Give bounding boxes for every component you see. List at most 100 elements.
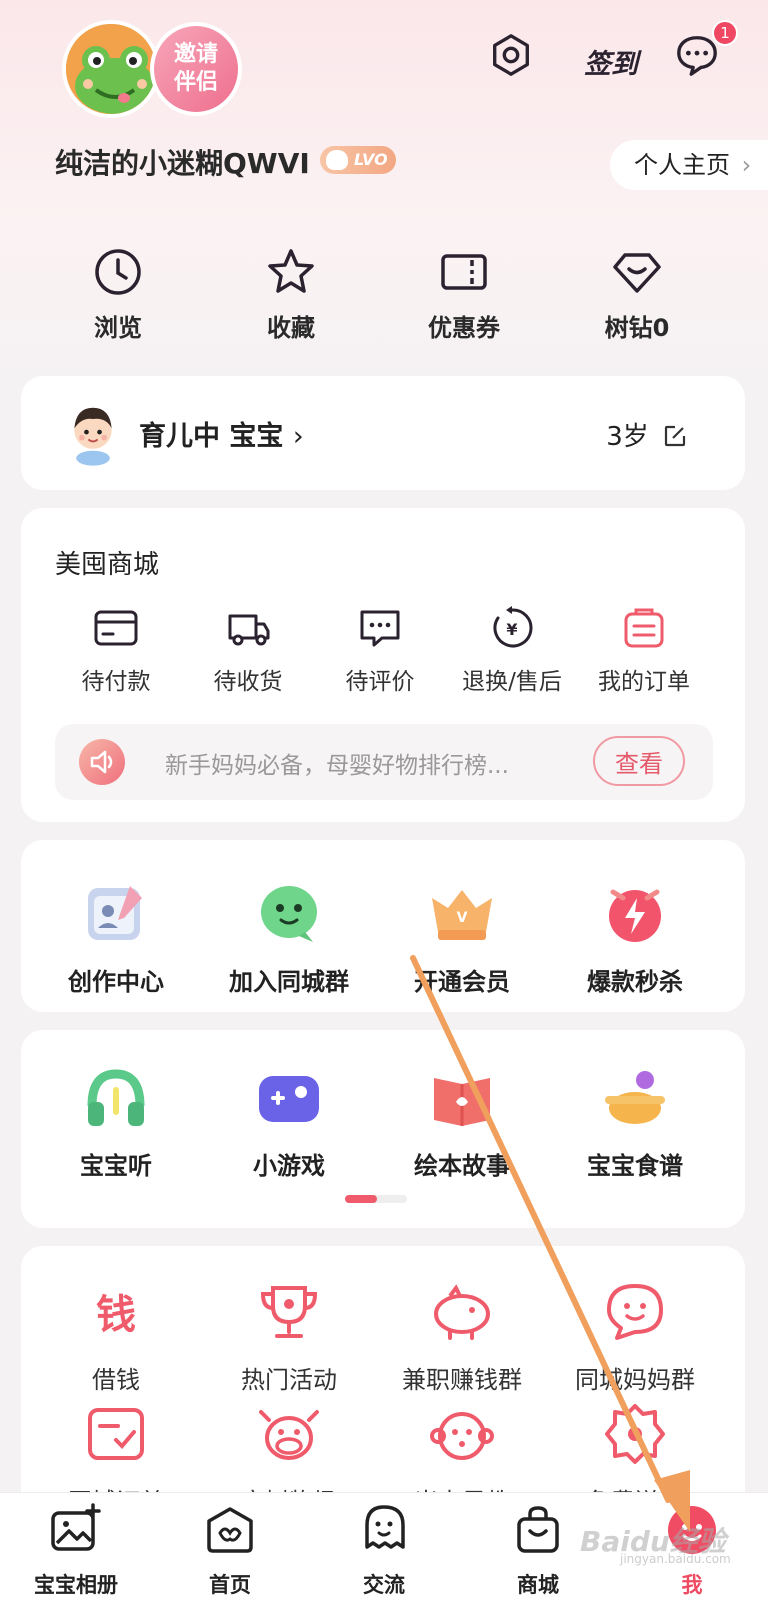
service-part-time-group-label: 兼职赚钱群 xyxy=(402,1366,522,1394)
level-label: LVO xyxy=(354,150,388,169)
my-orders[interactable]: 我的订单 xyxy=(579,604,709,696)
baby-age[interactable]: 3岁 xyxy=(606,416,687,453)
feature-baby-listen[interactable]: 宝宝听 xyxy=(31,1062,201,1181)
quick-browse[interactable]: 浏览 xyxy=(58,246,178,343)
feature-mini-games-label: 小游戏 xyxy=(253,1152,325,1180)
nav-baby-album[interactable]: 宝宝相册 xyxy=(16,1503,136,1599)
quick-favorites-label: 收藏 xyxy=(267,314,315,342)
chevron-right-icon: › xyxy=(292,421,304,452)
quick-browse-label: 浏览 xyxy=(94,314,142,342)
flash-clock-icon xyxy=(609,889,661,942)
level-icon xyxy=(326,150,348,170)
star-icon xyxy=(268,249,314,293)
gamepad-icon xyxy=(259,1076,319,1122)
service-hot-events[interactable]: 热门活动 xyxy=(204,1276,374,1395)
notice-view-button[interactable]: 查看 xyxy=(593,736,685,786)
feature-card-secondary: 宝宝听 小游戏 绘本故事 宝宝食谱 xyxy=(21,1030,745,1228)
nav-home[interactable]: 首页 xyxy=(170,1503,290,1599)
quick-coupons-label: 优惠券 xyxy=(428,314,500,342)
order-refund-label: 退换/售后 xyxy=(462,669,562,695)
page-indicator-active xyxy=(345,1195,377,1203)
speaker-icon xyxy=(79,739,125,785)
invite-partner-button[interactable]: 邀请 伴侣 xyxy=(150,22,242,116)
feature-join-city-group[interactable]: 加入同城群 xyxy=(204,878,374,997)
community-icon xyxy=(365,1505,405,1549)
album-icon xyxy=(51,1503,101,1551)
watermark-url: jingyan.baidu.com xyxy=(620,1552,731,1566)
feature-membership-label: 开通会员 xyxy=(414,968,510,996)
refund-icon: ¥ xyxy=(493,606,533,648)
user-avatar[interactable] xyxy=(62,20,160,118)
order-pending-receipt[interactable]: 待收货 xyxy=(183,604,313,696)
cow-icon xyxy=(259,1410,319,1460)
svg-text:钱: 钱 xyxy=(96,1292,136,1338)
quick-coupons[interactable]: 优惠券 xyxy=(404,246,524,343)
settings-button[interactable] xyxy=(486,30,536,80)
feature-mini-games[interactable]: 小游戏 xyxy=(204,1062,374,1181)
nav-me-label: 我 xyxy=(681,1573,703,1597)
feature-baby-recipes[interactable]: 宝宝食谱 xyxy=(550,1062,720,1181)
feature-creation-center-label: 创作中心 xyxy=(68,968,164,996)
service-part-time-group[interactable]: 兼职赚钱群 xyxy=(377,1276,547,1395)
feature-picture-books[interactable]: 绘本故事 xyxy=(377,1062,547,1181)
money-icon: 钱 xyxy=(96,1292,136,1338)
level-badge[interactable]: LVO xyxy=(320,146,396,174)
feature-join-city-group-label: 加入同城群 xyxy=(229,968,349,996)
page-indicator xyxy=(345,1195,407,1203)
settings-icon xyxy=(493,34,529,76)
service-borrow-money[interactable]: 钱 借钱 xyxy=(31,1276,201,1395)
mall-card: 美囤商城 待付款 待收货 待评价 ¥ 退换/售后 我的订单 新手妈妈必备，母婴好… xyxy=(21,508,745,822)
svg-text:¥: ¥ xyxy=(506,620,517,639)
order-pending-review[interactable]: 待评价 xyxy=(315,604,445,696)
signin-button[interactable]: 签到 xyxy=(584,42,638,81)
feature-membership[interactable]: V 开通会员 xyxy=(377,878,547,997)
notice-text: 新手妈妈必备，母婴好物排行榜... xyxy=(165,753,509,779)
feature-flash-sale[interactable]: 爆款秒杀 xyxy=(550,878,720,997)
feature-card-primary: 创作中心 加入同城群 V 开通会员 爆款秒杀 xyxy=(21,840,745,1012)
notice-bar[interactable]: 新手妈妈必备，母婴好物排行榜... 查看 xyxy=(55,724,713,800)
nav-community-label: 交流 xyxy=(363,1573,405,1597)
baby-status[interactable]: 育儿中 宝宝 › xyxy=(139,414,304,453)
shopping-bag-icon xyxy=(517,1506,559,1553)
baby-avatar-icon xyxy=(74,407,112,466)
username: 纯洁的小迷糊QWVI xyxy=(55,147,310,180)
homepage-label: 个人主页 xyxy=(634,151,730,179)
headphones-icon xyxy=(87,1069,145,1126)
service-local-moms-group[interactable]: 同城妈妈群 xyxy=(550,1276,720,1395)
feature-baby-recipes-label: 宝宝食谱 xyxy=(587,1152,683,1180)
quick-diamonds-label: 树钻0 xyxy=(604,314,670,342)
mall-title: 美囤商城 xyxy=(55,550,160,580)
feature-flash-sale-label: 爆款秒杀 xyxy=(587,968,683,996)
edit-icon xyxy=(664,425,686,447)
frog-avatar-icon xyxy=(66,24,156,114)
feature-picture-books-label: 绘本故事 xyxy=(414,1152,510,1180)
truck-icon xyxy=(228,614,270,646)
nav-baby-album-label: 宝宝相册 xyxy=(34,1573,118,1597)
nav-community[interactable]: 交流 xyxy=(324,1503,444,1599)
profile-page: 邀请 伴侣 签到 1 纯洁的小迷糊QWVI LVO 个人主页 › 浏览 收藏 优… xyxy=(0,0,768,1600)
baby-status-label: 育儿中 宝宝 xyxy=(139,421,284,452)
picture-book-icon xyxy=(434,1078,490,1126)
chat-face-icon xyxy=(607,1284,663,1340)
order-pending-receipt-label: 待收货 xyxy=(213,669,283,695)
personal-homepage-button[interactable]: 个人主页 › xyxy=(610,140,768,190)
coupon-icon xyxy=(441,254,487,290)
piggy-bank-icon xyxy=(434,1284,490,1340)
quick-diamonds[interactable]: 树钻0 xyxy=(577,246,697,343)
message-count-badge: 1 xyxy=(712,20,738,46)
feature-creation-center[interactable]: 创作中心 xyxy=(31,878,201,997)
order-refund[interactable]: ¥ 退换/售后 xyxy=(447,604,577,696)
baby-card[interactable]: 育儿中 宝宝 › 3岁 xyxy=(21,376,745,490)
service-borrow-money-label: 借钱 xyxy=(92,1366,140,1394)
clock-icon xyxy=(95,249,141,295)
chat-bubble-icon xyxy=(261,886,317,942)
order-pending-payment[interactable]: 待付款 xyxy=(51,604,181,696)
svg-text:V: V xyxy=(457,910,468,926)
feature-baby-listen-label: 宝宝听 xyxy=(80,1152,152,1180)
baby-age-label: 3岁 xyxy=(606,422,649,452)
order-check-icon xyxy=(88,1408,144,1460)
order-list-icon xyxy=(624,608,664,648)
card-icon xyxy=(94,610,138,646)
gift-badge-icon xyxy=(605,1404,665,1464)
quick-favorites[interactable]: 收藏 xyxy=(231,246,351,343)
